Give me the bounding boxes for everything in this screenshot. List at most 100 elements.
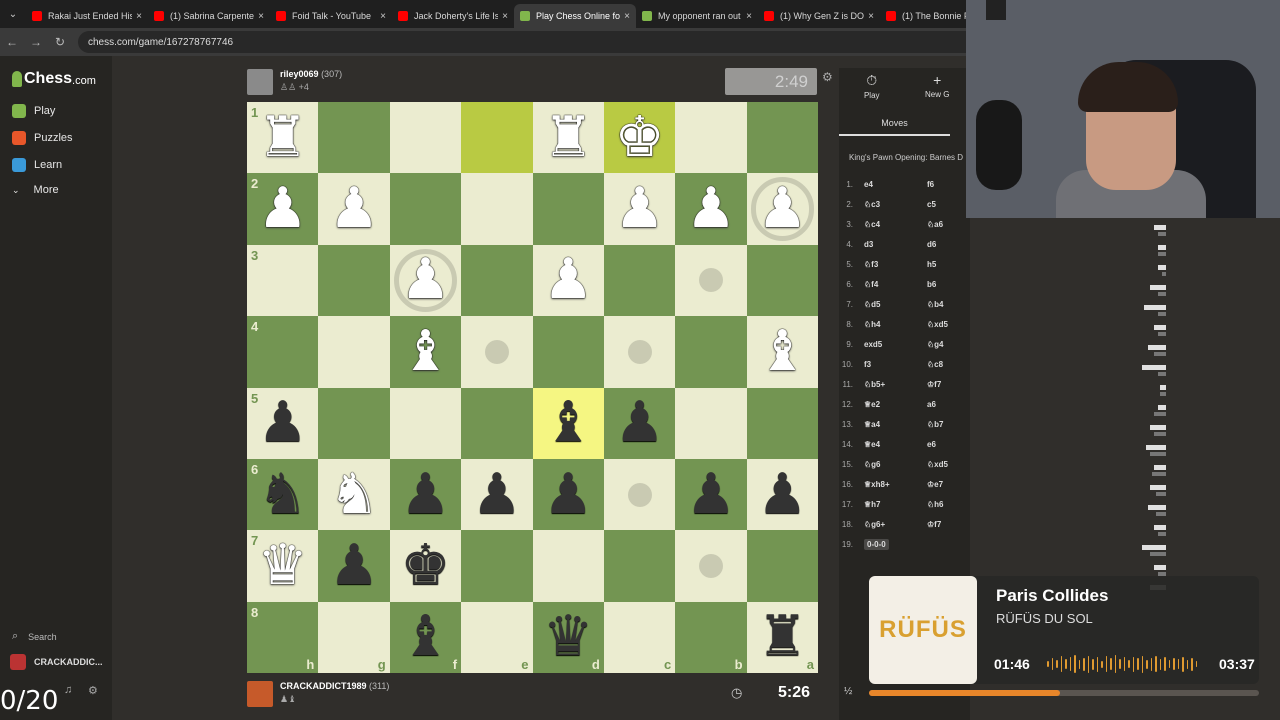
board-square[interactable]: 7 ♛	[247, 530, 319, 602]
board-square[interactable]	[318, 387, 390, 459]
opponent-name[interactable]: riley0069 (307)	[280, 69, 342, 79]
sidebar-search[interactable]: ⌕ Search	[12, 630, 57, 643]
board-square[interactable]	[675, 244, 747, 317]
white-move[interactable]: ♘f3	[861, 260, 927, 269]
board-square[interactable]	[389, 387, 462, 459]
white-pawn-icon[interactable]: ♟	[258, 181, 308, 237]
board-square[interactable]: ♟	[389, 458, 462, 531]
close-icon[interactable]: ×	[258, 11, 264, 22]
black-move[interactable]: ♔f7	[927, 380, 967, 389]
player-name[interactable]: CRACKADDICT1989 (311)	[280, 681, 389, 691]
black-bishop-icon[interactable]: ♝	[543, 395, 593, 451]
close-icon[interactable]: ×	[502, 11, 508, 22]
board-square[interactable]: ♟	[746, 173, 818, 245]
black-king-icon[interactable]: ♚	[400, 537, 450, 594]
white-move[interactable]: ♘g6	[861, 460, 927, 469]
board-square[interactable]: 4	[247, 316, 319, 388]
reload-button[interactable]: ↻	[48, 30, 72, 54]
board-square[interactable]: 8h	[247, 601, 319, 673]
player-avatar[interactable]	[247, 681, 273, 707]
black-move[interactable]: f6	[927, 180, 967, 189]
board-square[interactable]	[746, 530, 818, 602]
board-settings-icon[interactable]: ⚙	[822, 70, 833, 84]
bell-icon[interactable]: ♫	[64, 684, 72, 696]
board-square[interactable]	[461, 387, 533, 459]
white-move[interactable]: d3	[861, 240, 927, 249]
black-move[interactable]: ♘a6	[927, 220, 967, 229]
black-pawn-icon[interactable]: ♟	[757, 466, 807, 523]
browser-tab[interactable]: Play Chess Online for ×	[514, 4, 636, 28]
board-square[interactable]: ♟	[603, 387, 676, 459]
tab-play[interactable]: ⏱ Play	[839, 68, 905, 108]
board-square[interactable]	[675, 387, 747, 459]
sidebar-user[interactable]: CRACKADDIC...	[10, 654, 103, 670]
board-square[interactable]	[603, 458, 676, 531]
black-bishop-icon[interactable]: ♝	[400, 609, 450, 665]
white-move[interactable]: exd5	[861, 340, 927, 349]
white-move[interactable]: ♕h7	[861, 500, 927, 509]
board-square[interactable]	[461, 530, 533, 602]
browser-tab[interactable]: Foid Talk - YouTube ×	[270, 4, 392, 28]
white-rook-icon[interactable]: ♜	[543, 109, 593, 166]
close-icon[interactable]: ×	[380, 11, 386, 22]
board-square[interactable]	[603, 244, 676, 317]
move-hint-dot[interactable]	[698, 268, 723, 293]
opening-name[interactable]: King's Pawn Opening: Barnes D	[849, 153, 970, 162]
move-hint-dot[interactable]	[627, 339, 652, 364]
white-rook-icon[interactable]: ♜	[258, 109, 308, 166]
board-square[interactable]: ♝	[532, 387, 604, 459]
board-square[interactable]: ♟	[318, 173, 390, 245]
board-square[interactable]: b	[675, 601, 747, 673]
board-square[interactable]	[746, 387, 818, 459]
close-icon[interactable]: ×	[624, 11, 630, 22]
board-square[interactable]	[461, 244, 533, 317]
black-pawn-icon[interactable]: ♟	[543, 466, 593, 523]
white-move[interactable]: ♘b5+	[861, 380, 927, 389]
move-hint-dot[interactable]	[698, 553, 723, 578]
tab-new-game[interactable]: + New G	[905, 68, 971, 108]
browser-tab[interactable]: (1) Sabrina Carpenter ×	[148, 4, 270, 28]
black-move[interactable]: ♔e7	[927, 480, 967, 489]
board-square[interactable]	[532, 173, 604, 245]
white-move[interactable]: ♕e2	[861, 400, 927, 409]
black-pawn-icon[interactable]: ♟	[686, 466, 736, 523]
capture-hint[interactable]	[750, 177, 814, 241]
board-square[interactable]	[675, 102, 747, 174]
white-move[interactable]: f3	[861, 360, 927, 369]
browser-tab[interactable]: Rakai Just Ended His ×	[26, 4, 148, 28]
white-move[interactable]: ♘f4	[861, 280, 927, 289]
chess-board[interactable]: 1 ♜ ♜ ♚ 2 ♟ ♟ ♟ ♟ ♟ 3 ♟ ♟ 4 ♝ ♝ 5 ♟ ♝ ♟ 6 ♞ ♞ ♟ ♟ ♟ ♟ ♟ 7 ♛ ♟ ♚ 8 h g f ♝ e d ♛…	[247, 102, 818, 673]
black-move[interactable]: ♘xd5	[927, 460, 967, 469]
white-bishop-icon[interactable]: ♝	[400, 323, 450, 380]
chess-logo[interactable]: Chess .com	[12, 70, 96, 88]
board-square[interactable]: ♟	[675, 173, 747, 245]
browser-tab[interactable]: (1) Why Gen Z is DO ×	[758, 4, 880, 28]
tab-search-button[interactable]: ⌄	[0, 0, 26, 28]
black-pawn-icon[interactable]: ♟	[400, 466, 450, 523]
browser-tab[interactable]: Jack Doherty's Life Is ×	[392, 4, 514, 28]
board-square[interactable]: 1 ♜	[247, 102, 319, 174]
white-pawn-icon[interactable]: ♟	[329, 181, 379, 237]
board-square[interactable]: e	[461, 601, 533, 673]
black-move[interactable]: h5	[927, 260, 967, 269]
opponent-avatar[interactable]	[247, 69, 273, 95]
black-pawn-icon[interactable]: ♟	[258, 395, 308, 451]
move-hint-dot[interactable]	[484, 339, 509, 364]
sidebar-item-more[interactable]: ⌄ More	[12, 184, 59, 196]
black-move[interactable]: a6	[927, 400, 967, 409]
black-move[interactable]: d6	[927, 240, 967, 249]
close-icon[interactable]: ×	[136, 11, 142, 22]
board-square[interactable]	[746, 244, 818, 317]
board-square[interactable]: ♟	[603, 173, 676, 245]
black-rook-icon[interactable]: ♜	[757, 609, 807, 665]
black-pawn-icon[interactable]: ♟	[614, 395, 664, 451]
black-move[interactable]: e6	[927, 440, 967, 449]
board-square[interactable]: 3	[247, 244, 319, 317]
white-move[interactable]: ♘c4	[861, 220, 927, 229]
white-move[interactable]: e4	[861, 180, 927, 189]
black-move[interactable]: b6	[927, 280, 967, 289]
board-square[interactable]: ♝	[746, 316, 818, 388]
browser-tab[interactable]: My opponent ran out ×	[636, 4, 758, 28]
sidebar-item-play[interactable]: Play	[12, 104, 55, 118]
black-move[interactable]: ♘g4	[927, 340, 967, 349]
